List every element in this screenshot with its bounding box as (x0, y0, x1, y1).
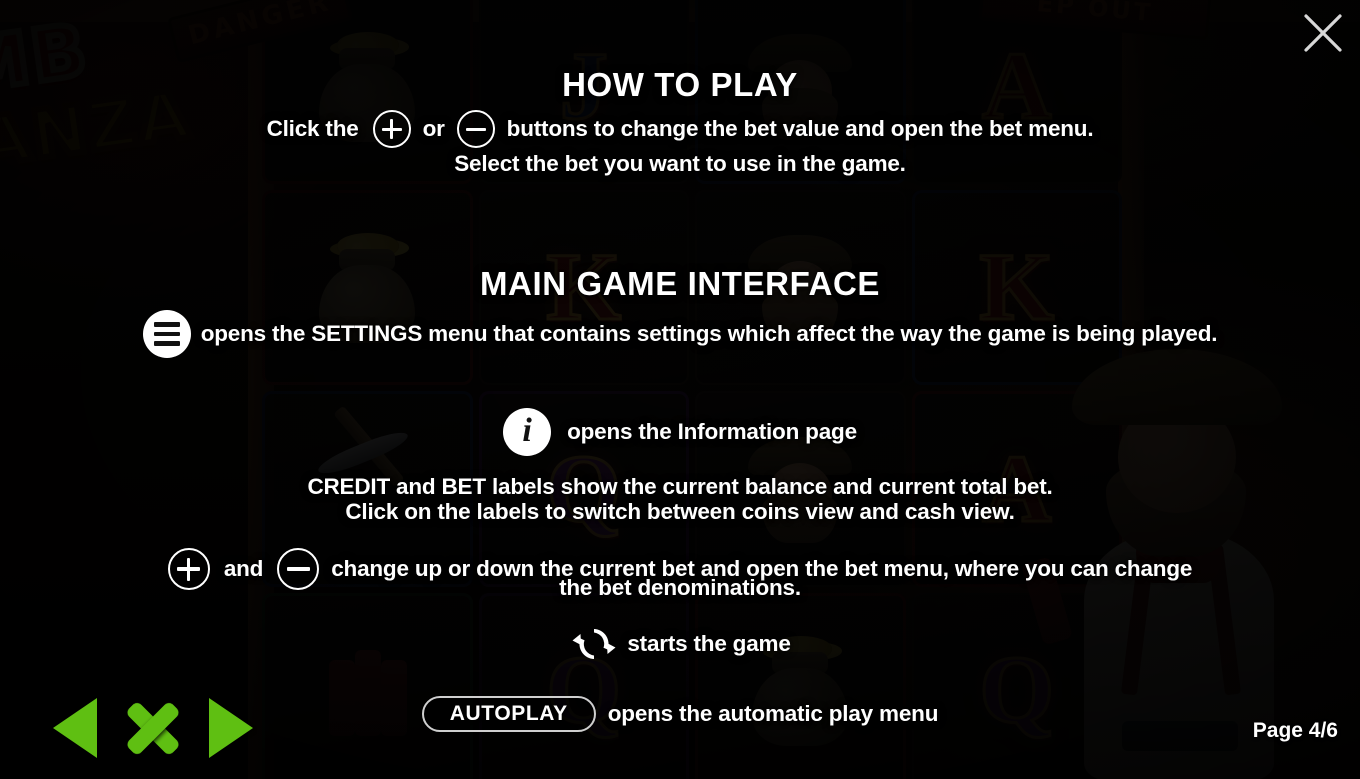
next-page-button[interactable] (200, 697, 262, 759)
previous-page-button[interactable] (44, 697, 106, 759)
settings-description: opens the SETTINGS menu that contains se… (200, 321, 1218, 346)
page-indicator: Page 4/6 (1252, 719, 1338, 742)
triangle-left-icon (53, 698, 97, 758)
main-game-interface-title: MAIN GAME INTERFACE (479, 265, 881, 302)
page-navigation (44, 697, 262, 759)
spin-description: starts the game (627, 631, 791, 656)
x-close-icon (124, 699, 182, 757)
minus-circle-icon[interactable] (456, 110, 495, 148)
close-button[interactable] (1292, 2, 1354, 64)
plus-circle-icon[interactable] (372, 110, 411, 148)
select-bet-description: Select the bet you want to use in the ga… (454, 151, 906, 176)
bet-change-description-line2: the bet denominations. (559, 575, 801, 600)
how-to-play-title: HOW TO PLAY (562, 66, 798, 103)
how-to-play-line-1: Click the or buttons to change the bet v… (0, 110, 1360, 148)
close-help-button[interactable] (122, 697, 184, 759)
autoplay-button[interactable]: AUTOPLAY (421, 696, 596, 732)
help-content: HOW TO PLAY Click the or buttons to chan… (0, 0, 1360, 779)
spin-row: starts the game (0, 621, 1360, 667)
or-label: or (422, 116, 445, 141)
bet-value-description: buttons to change the bet value and open… (506, 116, 1094, 141)
how-to-play-screen: J A K K Q A Q Q MB ANZA DANGER EP OUT HO… (0, 0, 1360, 779)
information-description: opens the Information page (567, 419, 857, 444)
information-icon[interactable]: i (503, 408, 552, 456)
autoplay-description: opens the automatic play menu (607, 701, 939, 726)
credit-bet-description-line2: Click on the labels to switch between co… (345, 499, 1015, 524)
close-icon (1304, 14, 1342, 52)
credit-bet-description-line1: CREDIT and BET labels show the current b… (307, 474, 1053, 499)
spin-refresh-icon[interactable] (569, 621, 619, 667)
settings-row: opens the SETTINGS menu that contains se… (0, 310, 1360, 358)
click-the-label: Click the (266, 116, 359, 141)
hamburger-menu-icon[interactable] (142, 310, 191, 358)
triangle-right-icon (209, 698, 253, 758)
information-row: i opens the Information page (0, 408, 1360, 456)
